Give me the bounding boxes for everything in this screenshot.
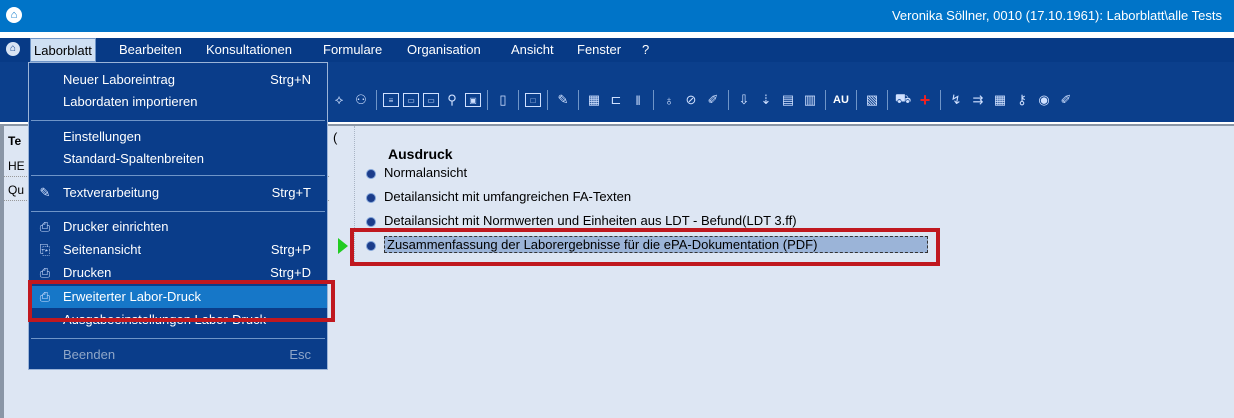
columns-icon[interactable]: ‖ [629, 91, 647, 109]
pen-icon[interactable]: ✎ [554, 91, 572, 109]
system-menu-icon[interactable]: ⌂ [6, 42, 20, 56]
radio-bullet-icon [366, 192, 376, 203]
window-title: Veronika Söllner, 0010 (17.10.1961): Lab… [891, 8, 1222, 23]
menu-ansicht[interactable]: Ansicht [508, 38, 557, 62]
radio-bullet-icon [366, 168, 376, 179]
key-icon[interactable]: ⚷ [1013, 91, 1031, 109]
row-fragment: HE [8, 159, 25, 173]
document-icon[interactable]: ▯ [494, 91, 512, 109]
menu-item-beenden[interactable]: Beenden Esc [29, 344, 327, 366]
menu-item-drucker-einrichten[interactable]: ⎙ Drucker einrichten [29, 216, 327, 238]
radio-bullet-icon [366, 216, 376, 227]
frame-icon[interactable]: □ [525, 93, 541, 107]
printer-setup-icon: ⎙ [39, 219, 51, 234]
toolbar-separator [887, 90, 888, 110]
calculator-icon[interactable]: ▦ [585, 91, 603, 109]
menu-bearbeiten[interactable]: Bearbeiten [116, 38, 185, 62]
pencil-icon: ✎ [39, 185, 51, 200]
prescription-icon[interactable]: ▧ [863, 91, 881, 109]
lab-icon[interactable]: ▥ [801, 91, 819, 109]
toolbar-separator [547, 90, 548, 110]
form-icon[interactable]: ≡ [383, 93, 399, 107]
print-option-detail-ldt[interactable]: Detailansicht mit Normwerten und Einheit… [366, 213, 797, 228]
menu-item-einstellungen[interactable]: Einstellungen [29, 126, 327, 148]
menu-organisation[interactable]: Organisation [404, 38, 484, 62]
stethoscope-icon[interactable]: ♁ [660, 91, 678, 109]
brush-icon[interactable]: ✐ [1057, 91, 1075, 109]
window-titlebar[interactable]: ⌂ Veronika Söllner, 0010 (17.10.1961): L… [0, 0, 1234, 32]
highlight-box-option [350, 228, 940, 266]
selection-arrow-icon [338, 238, 348, 254]
calendar-icon[interactable]: ▦ [991, 91, 1009, 109]
menu-item-neuer-laboreintrag[interactable]: Neuer Laboreintrag Strg+N [29, 69, 327, 91]
import-icon[interactable]: ⇩ [735, 91, 753, 109]
menu-separator [31, 120, 325, 121]
toolbar-separator [518, 90, 519, 110]
menu-separator [31, 211, 325, 212]
toolbar-separator [825, 90, 826, 110]
card-icon[interactable]: ▭ [403, 93, 419, 107]
print-section-title: Ausdruck [388, 146, 453, 162]
users-icon[interactable]: ⚇ [352, 91, 370, 109]
print-option-normalansicht[interactable]: Normalansicht [366, 165, 467, 180]
red-cross-icon[interactable]: + [916, 90, 934, 110]
pill-icon[interactable]: ⊘ [682, 91, 700, 109]
menu-item-textverarbeitung[interactable]: ✎ Textverarbeitung Strg+T [29, 182, 327, 204]
menu-separator [31, 338, 325, 339]
export-icon[interactable]: ⇣ [757, 91, 775, 109]
toolbar-icons: ⟡ ⚇ ≡ ▭ ▭ ⚲ ▣ ▯ □ ✎ ▦ ⊏ ‖ ♁ ⊘ ✐ ⇩ ⇣ ▤ ▥ … [330, 90, 1075, 110]
menu-help[interactable]: ? [639, 38, 652, 62]
toolbar-separator [487, 90, 488, 110]
window-icon[interactable]: ▣ [465, 93, 481, 107]
globe-icon[interactable]: ◉ [1035, 91, 1053, 109]
edit-icon[interactable]: ✐ [704, 91, 722, 109]
app-icon[interactable]: ⌂ [6, 7, 22, 23]
au-button[interactable]: AU [832, 91, 850, 109]
folder-icon[interactable]: ⊏ [607, 91, 625, 109]
menu-separator [31, 175, 325, 176]
laborblatt-dropdown-menu: Neuer Laboreintrag Strg+N Labordaten imp… [28, 62, 328, 370]
toolbar-separator [376, 90, 377, 110]
card-alt-icon[interactable]: ▭ [423, 93, 439, 107]
tool-icon[interactable]: ⟡ [330, 91, 348, 109]
menu-fenster[interactable]: Fenster [574, 38, 624, 62]
ambulance-icon[interactable]: ⛟ [894, 91, 912, 109]
column-fragment: ( [333, 130, 338, 145]
menu-item-seitenansicht[interactable]: ⎘ Seitenansicht Strg+P [29, 239, 327, 261]
menu-item-labordaten-importieren[interactable]: Labordaten importieren [29, 91, 327, 113]
printer-icon: ⎙ [39, 265, 51, 280]
menu-konsultationen[interactable]: Konsultationen [203, 38, 295, 62]
toolbar-separator [856, 90, 857, 110]
print-option-detail-fa[interactable]: Detailansicht mit umfangreichen FA-Texte… [366, 189, 631, 204]
row-fragment: Qu [8, 183, 25, 197]
referral-icon[interactable]: ↯ [947, 91, 965, 109]
toolbar-separator [728, 90, 729, 110]
menu-formulare[interactable]: Formulare [320, 38, 385, 62]
highlight-box-menu-item [28, 280, 335, 322]
menu-item-standard-spaltenbreiten[interactable]: Standard-Spaltenbreiten [29, 148, 327, 170]
person-icon[interactable]: ⚲ [443, 91, 461, 109]
transfer-icon[interactable]: ⇉ [969, 91, 987, 109]
report-icon[interactable]: ▤ [779, 91, 797, 109]
toolbar-separator [578, 90, 579, 110]
menu-bar: ⌂ Laborblatt Bearbeiten Konsultationen F… [0, 38, 1234, 62]
toolbar-separator [940, 90, 941, 110]
menu-laborblatt[interactable]: Laborblatt [30, 38, 96, 62]
toolbar-separator [653, 90, 654, 110]
page-preview-icon: ⎘ [39, 242, 51, 257]
column-header-fragment: Te [8, 134, 22, 148]
